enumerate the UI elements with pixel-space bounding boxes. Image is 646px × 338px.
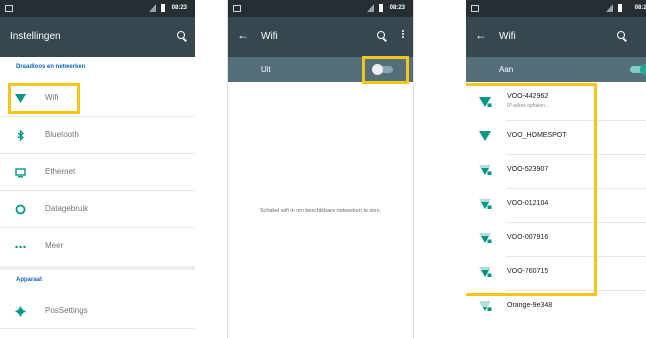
network-ssid: Orange-9e348 xyxy=(507,302,553,309)
overflow-menu-icon[interactable] xyxy=(402,30,404,32)
search-icon[interactable] xyxy=(617,31,625,39)
wifi-toggle[interactable] xyxy=(630,64,646,75)
page-title: Instellingen xyxy=(10,31,61,42)
section-divider xyxy=(0,266,195,270)
back-arrow-icon[interactable]: ← xyxy=(475,28,487,42)
status-time: 08:23 xyxy=(389,5,405,11)
status-time: 08:23 xyxy=(171,5,187,11)
search-icon[interactable] xyxy=(377,31,385,39)
status-time: 08:23 xyxy=(634,5,646,11)
empty-state-message: Schakel wifi in om beschikbare netwerken… xyxy=(259,208,382,214)
settings-screen: 08:23 Instellingen Draadloos en netwerke… xyxy=(0,0,195,338)
notification-icon xyxy=(471,5,479,12)
wifi-on-screen: 08:23 ← Wifi Aan VOO-442962 IP-adres oph… xyxy=(466,0,646,338)
settings-item-more[interactable]: Meer xyxy=(0,228,195,265)
list-divider xyxy=(0,227,195,228)
battery-icon xyxy=(161,4,165,12)
list-divider xyxy=(0,116,195,117)
app-toolbar: ← Wifi xyxy=(228,17,413,57)
settings-item-label: Bluetooth xyxy=(45,130,79,139)
page-title: Wifi xyxy=(261,31,278,42)
signal-icon xyxy=(367,4,374,12)
highlight-frame xyxy=(8,83,80,114)
settings-item-ethernet[interactable]: Ethernet xyxy=(0,154,195,191)
bluetooth-icon xyxy=(17,130,24,141)
status-bar: 08:23 xyxy=(0,0,195,17)
status-bar: 08:23 xyxy=(466,0,646,17)
wifi-off-screen: 08:23 ← Wifi Uit Schakel wifi in om besc… xyxy=(227,0,414,338)
wifi-signal-weak-locked-icon xyxy=(479,301,492,311)
gear-icon xyxy=(15,306,26,317)
battery-icon xyxy=(618,4,622,12)
list-divider xyxy=(0,153,195,154)
more-icon xyxy=(15,245,26,249)
page-title: Wifi xyxy=(499,31,516,42)
settings-item-possettings[interactable]: PosSettings xyxy=(0,293,195,330)
app-toolbar: ← Wifi xyxy=(466,17,646,57)
search-icon[interactable] xyxy=(177,31,185,39)
settings-item-label: Datagebruik xyxy=(45,204,89,213)
toggle-knob xyxy=(640,64,646,75)
settings-item-label: Ethernet xyxy=(45,167,76,176)
notification-icon xyxy=(5,5,13,12)
switch-label: Aan xyxy=(499,65,514,74)
settings-item-label: Meer xyxy=(45,241,64,250)
status-bar: 08:23 xyxy=(228,0,413,17)
section-header-wireless: Draadloos en netwerken xyxy=(16,64,86,70)
ethernet-icon xyxy=(15,168,26,178)
switch-label: Uit xyxy=(261,65,271,74)
settings-item-label: PosSettings xyxy=(45,306,88,315)
notification-icon xyxy=(233,5,241,12)
data-usage-icon xyxy=(15,204,26,215)
settings-item-bluetooth[interactable]: Bluetooth xyxy=(0,117,195,154)
back-arrow-icon[interactable]: ← xyxy=(237,28,249,42)
battery-icon xyxy=(379,4,383,12)
signal-icon xyxy=(149,4,156,12)
app-toolbar: Instellingen xyxy=(0,17,195,57)
highlight-frame xyxy=(362,56,409,84)
wifi-switch-bar[interactable]: Aan xyxy=(466,57,646,82)
list-divider xyxy=(0,328,195,329)
signal-icon xyxy=(606,4,613,12)
highlight-frame xyxy=(466,83,597,296)
section-header-device: Apparaat xyxy=(16,277,43,283)
settings-item-data-usage[interactable]: Datagebruik xyxy=(0,191,195,228)
list-divider xyxy=(0,190,195,191)
